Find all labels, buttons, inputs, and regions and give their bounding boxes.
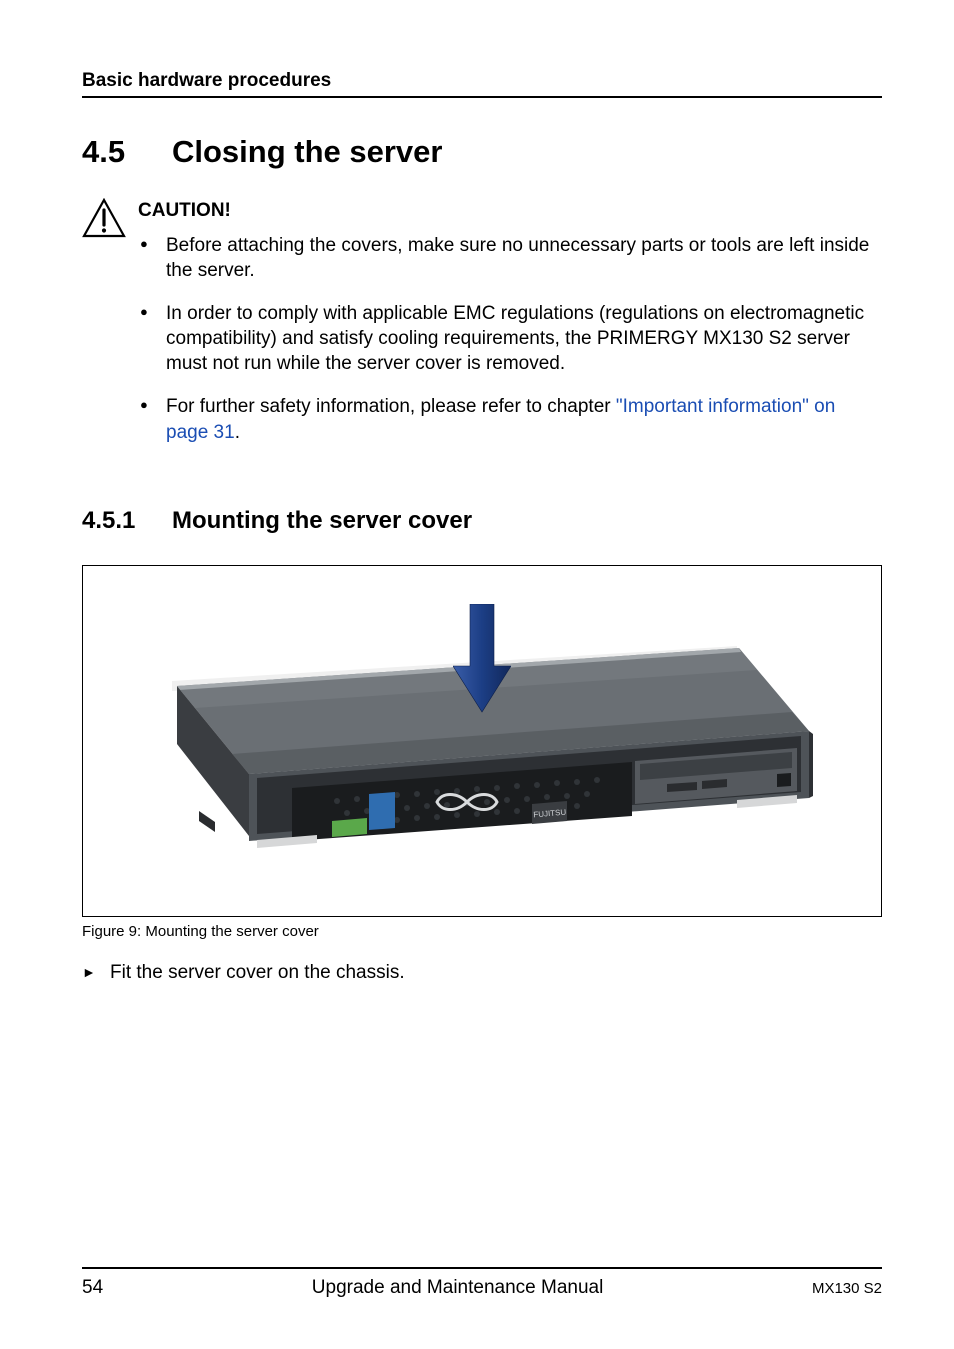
arrow-down-icon [453,604,511,719]
footer-page-number: 54 [82,1277,103,1299]
heading-2-number: 4.5.1 [82,507,172,535]
heading-2-title: Mounting the server cover [172,507,472,534]
caution-item: For further safety information, please r… [138,394,882,444]
caution-item: In order to comply with applicable EMC r… [138,301,882,376]
caution-item-text: Before attaching the covers, make sure n… [166,235,869,281]
heading-1-title: Closing the server [172,134,442,169]
caution-item-suffix: . [235,422,240,443]
caution-block: CAUTION! Before attaching the covers, ma… [82,198,882,463]
step-list: Fit the server cover on the chassis. [82,962,882,984]
page-header: Basic hardware procedures [82,70,882,98]
caution-list: Before attaching the covers, make sure n… [138,233,882,445]
figure-caption: Figure 9: Mounting the server cover [82,923,882,940]
caution-item-prefix: For further safety information, please r… [166,396,616,417]
figure-box: FUJITSU [82,565,882,917]
header-section-title: Basic hardware procedures [82,70,331,91]
page-footer: 54 Upgrade and Maintenance Manual MX130 … [82,1267,882,1299]
caution-triangle-icon [82,198,126,463]
caution-title: CAUTION! [138,198,882,223]
caution-item: Before attaching the covers, make sure n… [138,233,882,283]
step-item: Fit the server cover on the chassis. [82,962,882,984]
footer-right-text: MX130 S2 [812,1280,882,1297]
heading-1: 4.5Closing the server [82,134,882,170]
footer-center-text: Upgrade and Maintenance Manual [312,1277,604,1299]
server-illustration: FUJITSU [137,616,827,866]
caution-item-text: In order to comply with applicable EMC r… [166,303,864,374]
heading-1-number: 4.5 [82,134,172,170]
heading-2: 4.5.1Mounting the server cover [82,507,882,535]
step-item-text: Fit the server cover on the chassis. [110,962,405,983]
